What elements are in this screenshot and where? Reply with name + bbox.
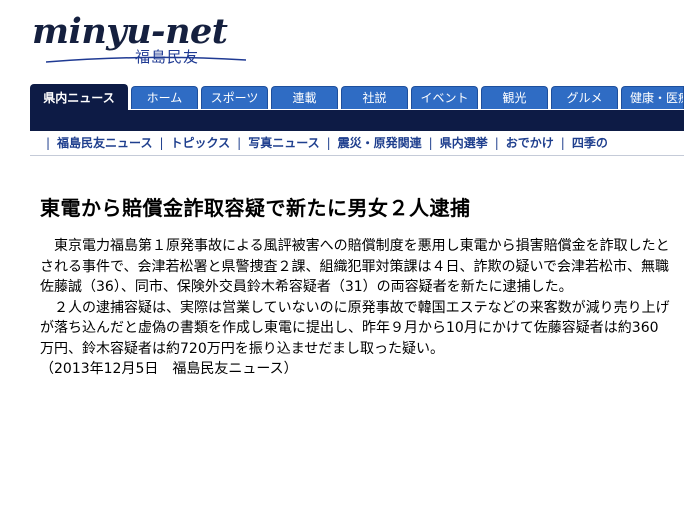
subnav-separator: | <box>428 136 433 150</box>
tab-home[interactable]: ホーム <box>131 86 198 109</box>
tab-events[interactable]: イベント <box>411 86 478 109</box>
nav-strip <box>30 110 684 131</box>
subnav-topics[interactable]: トピックス <box>167 131 235 155</box>
tab-series[interactable]: 連載 <box>271 86 338 109</box>
sub-navigation: | 福島民友ニュース | トピックス | 写真ニュース | 震災・原発関連 | 県内選挙 | おでかけ… <box>30 131 684 156</box>
subnav-disaster-nuclear[interactable]: 震災・原発関連 <box>334 131 426 155</box>
subnav-elections[interactable]: 県内選挙 <box>436 131 492 155</box>
subnav-separator: | <box>159 136 164 150</box>
subnav-seasons[interactable]: 四季の <box>568 131 612 155</box>
tab-gourmet[interactable]: グルメ <box>551 86 618 109</box>
logo-subtitle: 福島民友 <box>135 48 200 66</box>
subnav-separator: | <box>494 136 499 150</box>
article-dateline: （2013年12月5日 福島民友ニュース） <box>40 361 298 377</box>
tab-health[interactable]: 健康・医療 <box>621 86 684 109</box>
subnav-photo-news[interactable]: 写真ニュース <box>244 131 323 155</box>
subnav-separator: | <box>560 136 565 150</box>
subnav-outings[interactable]: おでかけ <box>502 131 558 155</box>
site-logo[interactable]: minyu-net 福島民友 <box>32 10 262 70</box>
article-headline: 東電から賠償金詐取容疑で新たに男女２人逮捕 <box>40 196 471 220</box>
article-paragraph: ２人の逮捕容疑は、実際は営業していないのに原発事故で韓国エステなどの来客数が減り… <box>40 299 670 357</box>
tab-sports[interactable]: スポーツ <box>201 86 268 109</box>
subnav-minyu-news[interactable]: 福島民友ニュース <box>53 131 156 155</box>
tab-local-news[interactable]: 県内ニュース <box>30 84 128 110</box>
tab-tourism[interactable]: 観光 <box>481 86 548 109</box>
article-body: 東京電力福島第１原発事故による風評被害への賠償制度を悪用し東電から損害賠償金を詐… <box>40 236 672 380</box>
tab-editorial[interactable]: 社説 <box>341 86 408 109</box>
main-tab-bar: 県内ニュース ホーム スポーツ 連載 社説 イベント 観光 グルメ 健康・医療 <box>30 84 684 110</box>
subnav-separator: | <box>237 136 242 150</box>
subnav-separator: | <box>326 136 331 150</box>
subnav-separator: | <box>46 136 51 150</box>
article-paragraph: 東京電力福島第１原発事故による風評被害への賠償制度を悪用し東電から損害賠償金を詐… <box>40 238 670 295</box>
